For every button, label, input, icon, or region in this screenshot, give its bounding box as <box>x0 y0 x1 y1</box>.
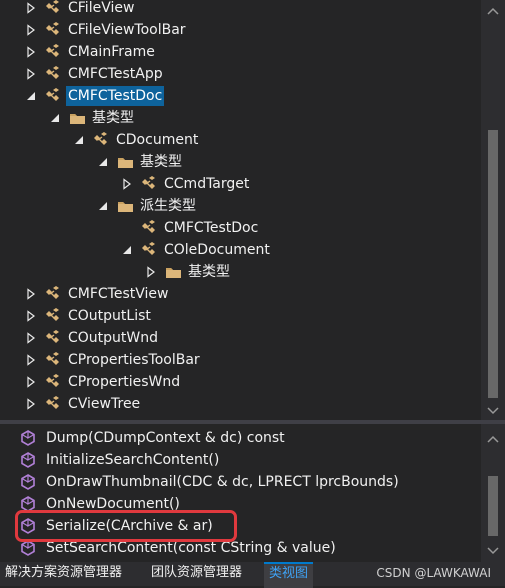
collapsed-arrow-icon[interactable] <box>25 354 37 366</box>
folder-icon <box>165 264 182 280</box>
expanded-arrow-icon[interactable] <box>73 134 85 146</box>
tree-node[interactable]: CMainFrame <box>0 41 481 63</box>
class-icon <box>45 66 62 82</box>
tree-node-label: COutputWnd <box>68 330 159 346</box>
collapsed-arrow-icon[interactable] <box>25 376 37 388</box>
method-icon <box>20 452 36 468</box>
tree-node[interactable]: COutputList <box>0 305 481 327</box>
tree-node[interactable]: CCmdTarget <box>0 173 481 195</box>
tree-node-label: CDocument <box>116 132 199 148</box>
tree-node-label: CCmdTarget <box>164 176 250 192</box>
tree-node[interactable]: CPropertiesToolBar <box>0 349 481 371</box>
tree-node-label: CMFCTestDoc <box>164 220 259 236</box>
member-item[interactable]: Dump(CDumpContext & dc) const <box>0 427 481 449</box>
expanded-arrow-icon[interactable] <box>25 90 37 102</box>
scroll-down-arrow-icon[interactable] <box>487 544 499 555</box>
class-view-tree[interactable]: CFileView CFileViewToolBar CMainFrame CMFCT… <box>0 0 481 420</box>
class-icon <box>141 220 158 236</box>
tree-node[interactable]: 派生类型 <box>0 195 481 217</box>
tree-node[interactable]: 基类型 <box>0 107 481 129</box>
collapsed-arrow-icon[interactable] <box>25 46 37 58</box>
tree-node[interactable]: COutputWnd <box>0 327 481 349</box>
scrollbar-thumb[interactable] <box>488 130 498 398</box>
method-icon <box>20 540 36 556</box>
class-icon <box>45 286 62 302</box>
collapsed-arrow-icon[interactable] <box>121 178 133 190</box>
member-label: Dump(CDumpContext & dc) const <box>46 430 285 446</box>
tree-node-label: CPropertiesWnd <box>68 374 181 390</box>
tree-node[interactable]: CFileView <box>0 0 481 19</box>
tree-node-label: CPropertiesToolBar <box>68 352 200 368</box>
tree-node[interactable]: CPropertiesWnd <box>0 371 481 393</box>
tree-node[interactable]: CMFCTestDoc <box>0 217 481 239</box>
class-icon <box>45 0 62 16</box>
tree-node-label: COutputList <box>68 308 151 324</box>
method-icon <box>20 430 36 446</box>
member-label: OnDrawThumbnail(CDC & dc, LPRECT lprcBou… <box>46 474 399 490</box>
tab-solution-explorer[interactable]: 解决方案资源管理器 <box>0 562 127 586</box>
tree-node-label: CFileViewToolBar <box>68 22 186 38</box>
tree-node[interactable]: CViewTree <box>0 393 481 415</box>
expanded-arrow-icon[interactable] <box>97 200 109 212</box>
tree-node-label: CMFCTestDoc <box>66 86 165 106</box>
class-icon <box>45 396 62 412</box>
tree-node[interactable]: 基类型 <box>0 151 481 173</box>
tree-node-label: 派生类型 <box>140 198 196 214</box>
tree-node[interactable]: CFileViewToolBar <box>0 19 481 41</box>
member-item[interactable]: InitializeSearchContent() <box>0 449 481 471</box>
tree-node-label: 基类型 <box>140 154 182 170</box>
tree-node[interactable]: CMFCTestDoc <box>0 85 481 107</box>
expanded-arrow-icon[interactable] <box>121 244 133 256</box>
class-icon <box>45 44 62 60</box>
tree-node-label: CFileView <box>68 0 135 16</box>
class-icon <box>45 308 62 324</box>
tree-node[interactable]: 基类型 <box>0 261 481 283</box>
tree-node[interactable]: COleDocument <box>0 239 481 261</box>
collapsed-arrow-icon[interactable] <box>25 310 37 322</box>
member-item[interactable]: OnDrawThumbnail(CDC & dc, LPRECT lprcBou… <box>0 471 481 493</box>
watermark-text: CSDN @LAWKAWAI <box>376 566 491 580</box>
tree-node-label: 基类型 <box>188 264 230 280</box>
annotation-highlight-box <box>15 510 237 542</box>
collapsed-arrow-icon[interactable] <box>25 68 37 80</box>
folder-icon <box>69 110 86 126</box>
class-icon <box>45 352 62 368</box>
method-icon <box>20 474 36 490</box>
tree-node[interactable]: CMFCTestView <box>0 283 481 305</box>
tab-class-view[interactable]: 类视图 <box>264 562 314 588</box>
class-icon <box>141 242 158 258</box>
class-icon <box>45 88 62 104</box>
tree-node-label: CViewTree <box>68 396 141 412</box>
collapsed-arrow-icon[interactable] <box>25 332 37 344</box>
expanded-arrow-icon[interactable] <box>49 112 61 124</box>
tree-node-label: CMFCTestView <box>68 286 169 302</box>
collapsed-arrow-icon[interactable] <box>25 2 37 14</box>
scroll-up-arrow-icon[interactable] <box>487 432 499 443</box>
member-list-scrollbar[interactable] <box>481 424 505 562</box>
tree-node-label: 基类型 <box>92 110 134 126</box>
class-icon <box>45 374 62 390</box>
expanded-arrow-icon[interactable] <box>97 156 109 168</box>
tab-team-explorer[interactable]: 团队资源管理器 <box>146 562 247 586</box>
collapsed-arrow-icon[interactable] <box>25 288 37 300</box>
scrollbar-thumb[interactable] <box>488 476 498 536</box>
member-label: InitializeSearchContent() <box>46 452 220 468</box>
tree-node-label: COleDocument <box>164 242 270 258</box>
tree-node[interactable]: CDocument <box>0 129 481 151</box>
scroll-up-arrow-icon[interactable] <box>487 4 499 15</box>
folder-icon <box>117 198 134 214</box>
collapsed-arrow-icon[interactable] <box>25 24 37 36</box>
collapsed-arrow-icon[interactable] <box>25 398 37 410</box>
class-tree-scrollbar[interactable] <box>481 0 505 420</box>
collapsed-arrow-icon[interactable] <box>145 266 157 278</box>
folder-icon <box>117 154 134 170</box>
class-icon <box>45 330 62 346</box>
tree-node[interactable]: CMFCTestApp <box>0 63 481 85</box>
tree-node-label: CMainFrame <box>68 44 155 60</box>
class-icon <box>45 22 62 38</box>
class-icon <box>93 132 110 148</box>
scroll-down-arrow-icon[interactable] <box>487 404 499 415</box>
tree-node-label: CMFCTestApp <box>68 66 163 82</box>
class-icon <box>141 176 158 192</box>
